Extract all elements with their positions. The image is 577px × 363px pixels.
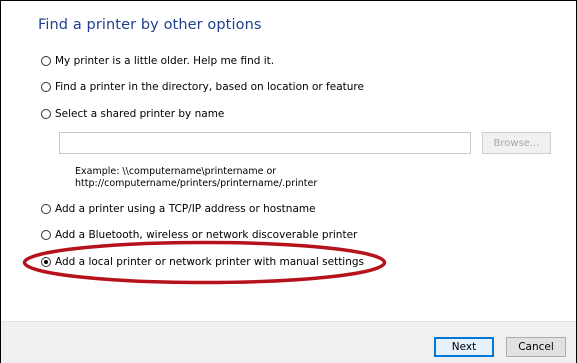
option-older-printer[interactable]: My printer is a little older. Help me fi… bbox=[41, 54, 274, 68]
cancel-button[interactable]: Cancel bbox=[506, 337, 566, 357]
radio-button-unchecked[interactable] bbox=[41, 204, 51, 214]
example-line-2: http://computername/printers/printername… bbox=[75, 178, 318, 189]
page-title: Find a printer by other options bbox=[38, 17, 262, 33]
radio-button-unchecked[interactable] bbox=[41, 230, 51, 240]
option-bluetooth-wireless[interactable]: Add a Bluetooth, wireless or network dis… bbox=[41, 228, 357, 242]
radio-button-checked[interactable] bbox=[41, 257, 51, 267]
shared-printer-example: Example: \\computername\printername or h… bbox=[75, 166, 317, 190]
option-shared-printer-by-name[interactable]: Select a shared printer by name bbox=[41, 107, 224, 121]
browse-button[interactable]: Browse... bbox=[482, 132, 551, 154]
next-button[interactable]: Next bbox=[434, 337, 494, 357]
option-find-in-directory[interactable]: Find a printer in the directory, based o… bbox=[41, 80, 364, 94]
option-tcpip-address[interactable]: Add a printer using a TCP/IP address or … bbox=[41, 202, 316, 216]
option-label: Add a printer using a TCP/IP address or … bbox=[55, 203, 316, 215]
option-local-printer-manual[interactable]: Add a local printer or network printer w… bbox=[41, 255, 364, 269]
add-printer-dialog: Find a printer by other options My print… bbox=[0, 0, 577, 363]
shared-printer-name-input[interactable] bbox=[59, 132, 471, 154]
option-label: Select a shared printer by name bbox=[55, 108, 225, 120]
option-label: Add a Bluetooth, wireless or network dis… bbox=[55, 229, 358, 241]
radio-button-unchecked[interactable] bbox=[41, 56, 51, 66]
option-label: Add a local printer or network printer w… bbox=[55, 256, 365, 268]
example-line-1: Example: \\computername\printername or bbox=[75, 166, 277, 177]
option-label: Find a printer in the directory, based o… bbox=[55, 81, 364, 93]
option-label: My printer is a little older. Help me fi… bbox=[55, 55, 275, 67]
radio-button-unchecked[interactable] bbox=[41, 82, 51, 92]
radio-button-unchecked[interactable] bbox=[41, 109, 51, 119]
